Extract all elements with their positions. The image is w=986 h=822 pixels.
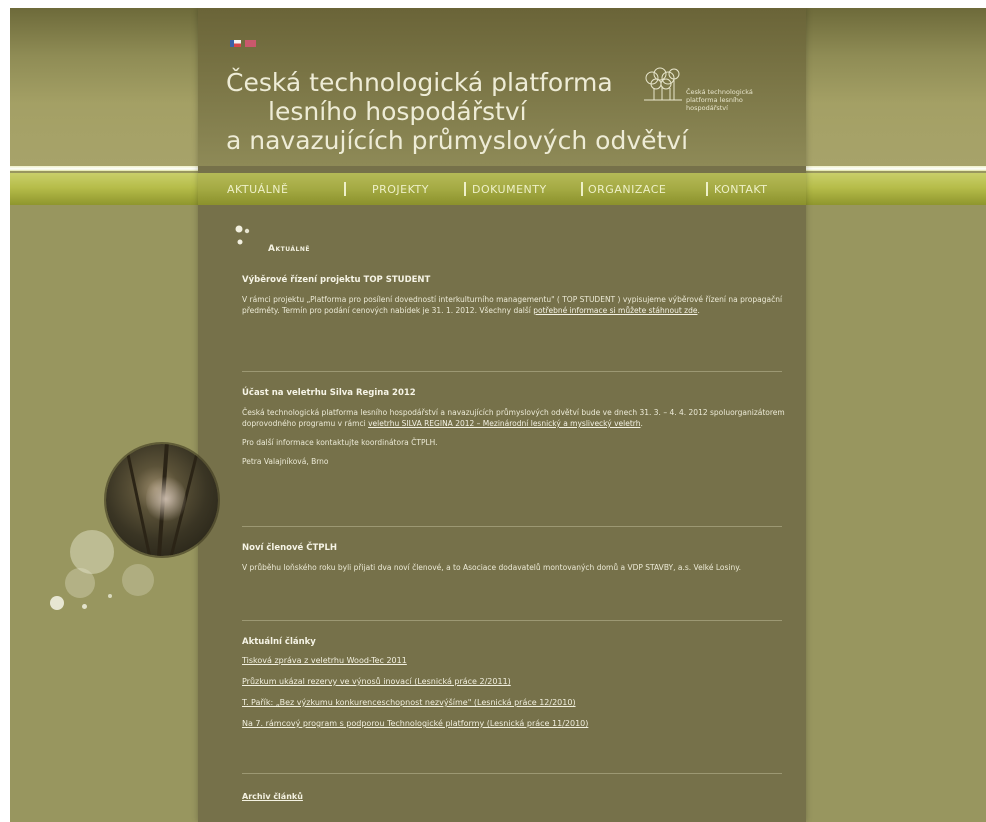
main-menu: AKTUÁLNĚ PROJEKTY DOKUMENTY ORGANIZACE K… — [198, 176, 806, 202]
news-link[interactable]: veletrhu SILVA REGINA 2012 – Mezinárodní… — [368, 419, 640, 428]
news-body: V rámci projektu „Platforma pro posílení… — [242, 295, 783, 315]
news-text: V průběhu loňského roku byli přijati dva… — [242, 563, 742, 572]
news-item: Noví členové ČTPLH V průběhu loňského ro… — [242, 543, 788, 581]
news-title: Noví členové ČTPLH — [242, 543, 338, 553]
language-switcher — [230, 40, 256, 47]
logo-text-line1: Česká technologická — [686, 88, 753, 96]
menu-item-aktualne[interactable]: AKTUÁLNĚ — [227, 183, 289, 196]
site-title: Česká technologická platforma lesního ho… — [226, 68, 688, 155]
cs-flag-icon[interactable] — [230, 40, 241, 47]
news-title: Účast na veletrhu Silva Regina 2012 — [242, 388, 416, 398]
article-link[interactable]: Tisková zpráva z veletrhu Wood-Tec 2011 — [242, 656, 788, 665]
articles-title: Aktuální články — [242, 637, 316, 647]
menu-separator — [464, 182, 466, 196]
archive-link[interactable]: Archiv článků — [242, 792, 303, 801]
menu-item-dokumenty[interactable]: DOKUMENTY — [472, 183, 547, 196]
news-text: Petra Valajníková, Brno — [242, 457, 329, 466]
page: Česká technologická platforma lesního ho… — [10, 8, 986, 822]
news-link[interactable]: potřebné informace si můžete stáhnout zd… — [533, 306, 697, 315]
menu-item-kontakt[interactable]: KONTAKT — [714, 183, 767, 196]
en-flag-icon[interactable] — [245, 40, 256, 47]
menu-item-projekty[interactable]: PROJEKTY — [372, 183, 429, 196]
news-item: Výběrové řízení projektu TOP STUDENT V r… — [242, 275, 788, 324]
site-title-line2: lesního hospodářství — [268, 97, 527, 126]
deco-bubble — [65, 568, 95, 598]
divider — [242, 773, 782, 774]
logo-text-line2: platforma lesního — [686, 96, 743, 104]
divider — [242, 526, 782, 527]
article-link[interactable]: T. Pařík: „Bez výzkumu konkurenceschopno… — [242, 698, 788, 707]
news-text-end: . — [697, 306, 700, 315]
deco-bubble — [122, 564, 154, 596]
article-link[interactable]: Na 7. rámcový program s podporou Technol… — [242, 719, 788, 728]
dots-icon — [235, 225, 250, 245]
site-title-line1: Česká technologická platforma — [226, 68, 613, 97]
news-text: Česká technologická platforma lesního ho… — [242, 407, 788, 429]
menu-item-organizace[interactable]: ORGANIZACE — [588, 183, 666, 196]
menu-separator — [581, 182, 583, 196]
forest-photo — [106, 444, 218, 556]
section-title: Aktuálně — [268, 244, 310, 254]
news-text: V rámci projektu „Platforma pro posílení… — [242, 294, 788, 316]
menu-separator — [344, 182, 346, 196]
divider — [242, 371, 782, 372]
deco-bubble — [50, 596, 64, 610]
site-title-line3: a navazujících průmyslových odvětví — [226, 126, 689, 155]
logo-text: Česká technologická platforma lesního ho… — [686, 88, 786, 112]
menu-separator — [706, 182, 708, 196]
deco-bubble — [82, 604, 87, 609]
news-text-end: . — [640, 419, 643, 428]
news-title: Výběrové řízení projektu TOP STUDENT — [242, 275, 431, 285]
article-link[interactable]: Průzkum ukázal rezervy ve výnosů inovací… — [242, 677, 788, 686]
deco-bubble — [108, 594, 112, 598]
logo-text-line3: hospodářství — [686, 104, 728, 112]
news-text: Pro další informace kontaktujte koordiná… — [242, 438, 438, 447]
articles-list: Aktuální články Tisková zpráva z veletrh… — [242, 637, 788, 740]
news-item: Účast na veletrhu Silva Regina 2012 Česk… — [242, 388, 788, 475]
divider — [242, 620, 782, 621]
